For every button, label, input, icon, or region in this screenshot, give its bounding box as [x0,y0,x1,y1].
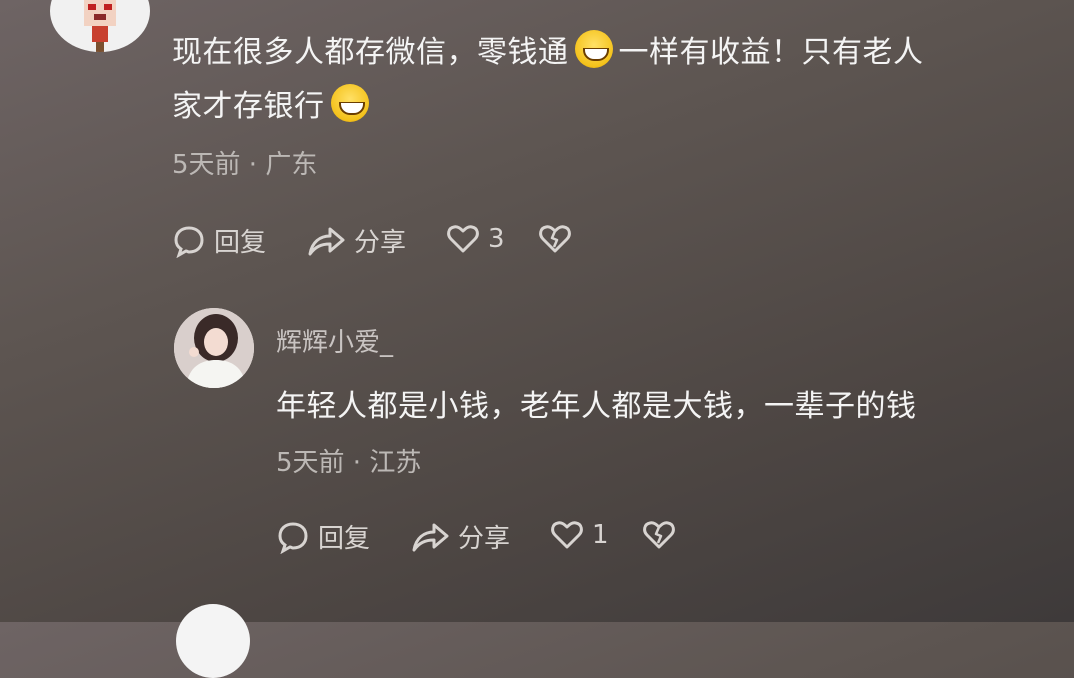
clown-avatar-icon [84,0,116,52]
share-button[interactable]: 分享 [306,222,406,259]
broken-heart-icon [643,521,675,549]
grin-emoji-icon [330,84,369,122]
reply-meta: 5天前 · 江苏 [276,448,422,478]
user-photo-avatar-icon [174,308,254,388]
avatar[interactable] [176,604,250,678]
avatar[interactable] [174,308,254,388]
reply-text: 年轻人都是小钱，老年人都是大钱，一辈子的钱 [276,389,917,424]
comment-bubble-icon [278,521,308,554]
avatar[interactable] [50,0,150,52]
username[interactable]: 辉辉小爱_ [276,322,393,359]
like-button[interactable]: 3 [446,222,505,256]
reply-button[interactable]: 回复 [172,222,266,259]
grin-emoji-icon [574,30,613,68]
reply-button[interactable]: 回复 [276,518,370,555]
comment-meta: 5天前 · 广东 [172,150,318,180]
heart-icon [447,225,479,253]
comment-bubble-icon [174,225,204,258]
share-arrow-icon [308,227,345,255]
heart-icon [551,521,583,549]
share-arrow-icon [412,523,449,551]
broken-heart-icon [539,225,571,253]
like-button[interactable]: 1 [550,518,609,552]
comment-text: 现在很多人都存微信，零钱通 一样有收益！只有老人 家才存银行 [172,26,1032,134]
dislike-button[interactable] [538,222,572,256]
share-button[interactable]: 分享 [410,518,510,555]
dislike-button[interactable] [642,518,676,552]
